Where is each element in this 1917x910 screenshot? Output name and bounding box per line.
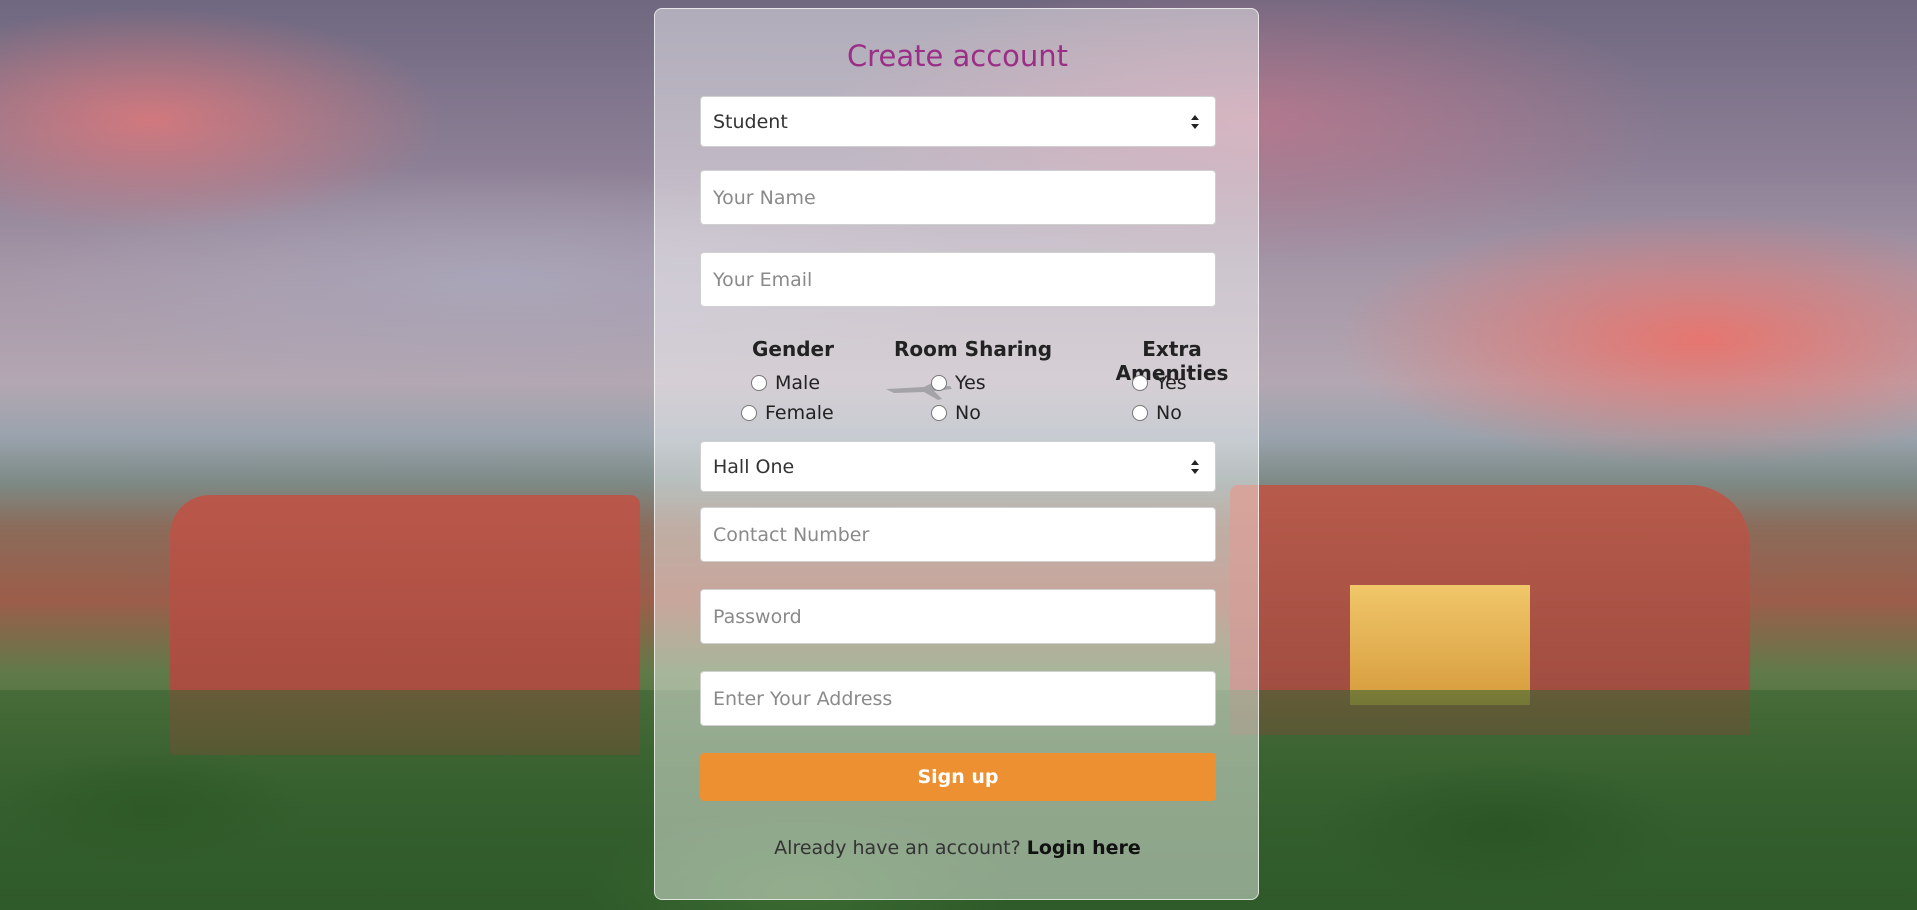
email-field[interactable]: Your Email xyxy=(700,252,1216,307)
signup-card: Create account Student Your Name Your Em… xyxy=(654,8,1259,900)
sign-up-button[interactable]: Sign up xyxy=(700,753,1216,801)
login-link[interactable]: Login here xyxy=(1027,837,1141,859)
room-sharing-label: Room Sharing xyxy=(894,337,1053,361)
gender-male-label: Male xyxy=(775,372,821,394)
hall-select-value: Hall One xyxy=(713,456,795,478)
select-arrows-icon xyxy=(1191,459,1199,474)
contact-number-field[interactable]: Contact Number xyxy=(700,507,1216,562)
hall-select[interactable]: Hall One xyxy=(700,441,1216,492)
lit-entrance xyxy=(1350,585,1530,705)
room-sharing-yes-label: Yes xyxy=(955,372,986,394)
address-placeholder: Enter Your Address xyxy=(713,688,893,710)
amenities-no-radio[interactable] xyxy=(1132,405,1148,421)
gender-label: Gender xyxy=(752,337,834,361)
contact-number-placeholder: Contact Number xyxy=(713,524,870,546)
address-field[interactable]: Enter Your Address xyxy=(700,671,1216,726)
email-field-placeholder: Your Email xyxy=(713,269,813,291)
name-field[interactable]: Your Name xyxy=(700,170,1216,225)
room-sharing-no-option[interactable]: No xyxy=(931,401,981,425)
room-sharing-no-label: No xyxy=(955,402,981,424)
gender-female-label: Female xyxy=(765,402,834,424)
page-title: Create account xyxy=(846,39,1069,73)
room-sharing-no-radio[interactable] xyxy=(931,405,947,421)
select-arrows-icon xyxy=(1191,114,1199,129)
room-sharing-yes-radio[interactable] xyxy=(931,375,947,391)
login-prompt: Already have an account? Login here xyxy=(655,837,1260,859)
name-field-placeholder: Your Name xyxy=(713,187,816,209)
amenities-no-option[interactable]: No xyxy=(1132,401,1182,425)
gender-male-option[interactable]: Male xyxy=(751,371,820,395)
login-prompt-text: Already have an account? xyxy=(774,837,1021,859)
amenities-yes-option[interactable]: Yes xyxy=(1132,371,1187,395)
room-sharing-yes-option[interactable]: Yes xyxy=(931,371,986,395)
amenities-yes-radio[interactable] xyxy=(1132,375,1148,391)
role-select-value: Student xyxy=(713,111,788,133)
amenities-yes-label: Yes xyxy=(1156,372,1187,394)
password-field[interactable]: Password xyxy=(700,589,1216,644)
gender-female-option[interactable]: Female xyxy=(741,401,834,425)
amenities-no-label: No xyxy=(1156,402,1182,424)
gender-male-radio[interactable] xyxy=(751,375,767,391)
role-select[interactable]: Student xyxy=(700,96,1216,147)
gender-female-radio[interactable] xyxy=(741,405,757,421)
password-placeholder: Password xyxy=(713,606,802,628)
